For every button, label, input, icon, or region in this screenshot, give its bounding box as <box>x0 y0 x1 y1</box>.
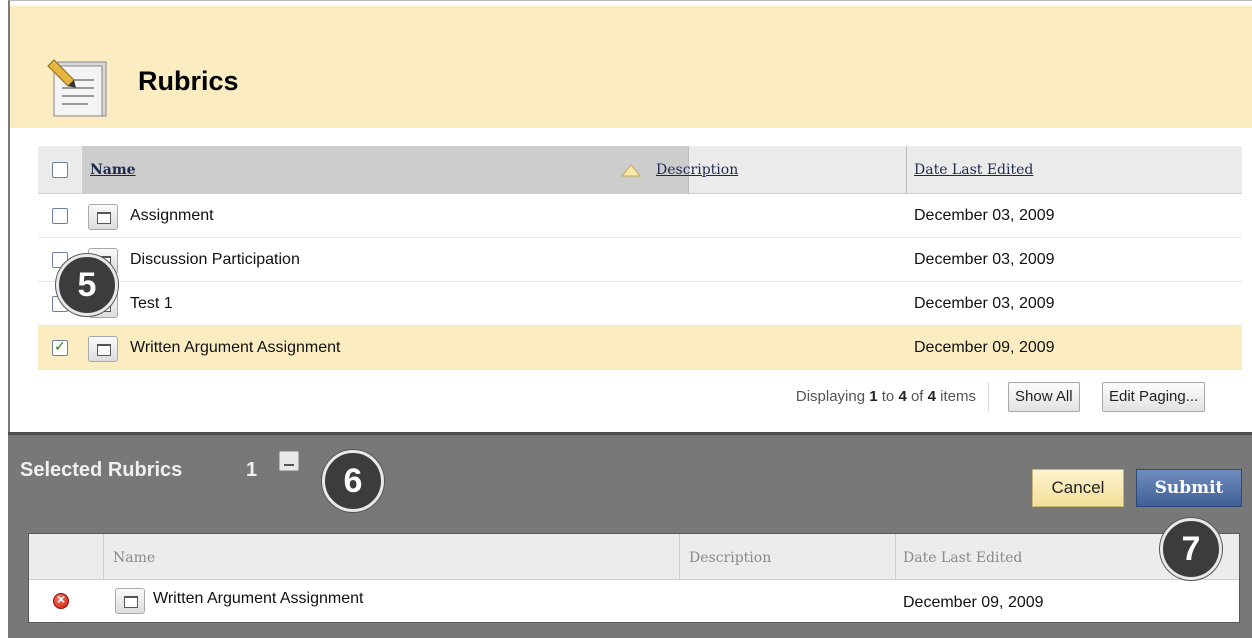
column-divider <box>895 534 896 580</box>
selected-table-header: Name Description Date Last Edited <box>29 534 1239 580</box>
table-row: Test 1 December 03, 2009 <box>38 282 1242 326</box>
rubric-name: Test 1 <box>130 295 173 312</box>
selected-column-description: Description <box>689 550 772 566</box>
page-header: Rubrics <box>10 6 1252 128</box>
paging-divider <box>988 382 989 412</box>
table-row-selected: Written Argument Assignment December 09,… <box>38 326 1242 370</box>
selected-rubric-name: Written Argument Assignment <box>153 590 364 607</box>
preview-button[interactable] <box>88 204 118 230</box>
row-checkbox[interactable] <box>52 208 68 224</box>
selected-count: 1 <box>246 459 258 481</box>
paging-status: Displaying 1 to 4 of 4 items <box>795 388 976 405</box>
paging-bar: Displaying 1 to 4 of 4 items Show All Ed… <box>38 378 1242 418</box>
rubric-name: Assignment <box>130 207 214 224</box>
rubric-date: December 03, 2009 <box>914 295 1055 312</box>
column-description-header[interactable]: Description <box>656 162 738 178</box>
page-title: Rubrics <box>138 66 239 96</box>
table-row: Discussion Participation December 03, 20… <box>38 238 1242 282</box>
cancel-button[interactable]: Cancel <box>1032 469 1124 507</box>
column-date-header[interactable]: Date Last Edited <box>914 162 1033 178</box>
preview-button[interactable] <box>88 336 118 362</box>
table-row: Assignment December 03, 2009 <box>38 194 1242 238</box>
selected-row: Written Argument Assignment December 09,… <box>29 580 1239 622</box>
sort-ascending-icon[interactable] <box>620 162 642 178</box>
column-divider <box>906 146 907 194</box>
collapse-icon[interactable] <box>279 451 299 471</box>
column-divider <box>679 534 680 580</box>
show-all-button[interactable]: Show All <box>1008 382 1080 412</box>
selected-column-date: Date Last Edited <box>903 550 1023 566</box>
column-name-header[interactable]: Name <box>90 162 136 178</box>
selected-rubrics-panel: Selected Rubrics 1 Cancel Submit Name De… <box>8 432 1252 638</box>
rubric-date: December 03, 2009 <box>914 207 1055 224</box>
callout-5: 5 <box>56 254 118 316</box>
rubric-date: December 09, 2009 <box>914 339 1055 356</box>
callout-7: 7 <box>1160 518 1222 580</box>
rubric-document-icon <box>47 59 107 117</box>
rubric-name: Discussion Participation <box>130 251 300 268</box>
edit-paging-button[interactable]: Edit Paging... <box>1102 382 1206 412</box>
rubrics-table: Name Description Date Last Edited Assign… <box>38 146 1242 370</box>
selected-column-name: Name <box>113 550 156 566</box>
select-all-checkbox[interactable] <box>52 162 68 178</box>
column-divider <box>103 534 104 580</box>
preview-button[interactable] <box>115 588 145 614</box>
selected-rubric-date: December 09, 2009 <box>903 594 1044 611</box>
selected-rubrics-title: Selected Rubrics <box>20 459 183 481</box>
submit-button[interactable]: Submit <box>1136 469 1242 507</box>
selected-rubrics-table: Name Description Date Last Edited Writte… <box>28 533 1240 623</box>
rubric-name: Written Argument Assignment <box>130 339 341 356</box>
table-header: Name Description Date Last Edited <box>38 146 1242 194</box>
rubric-date: December 03, 2009 <box>914 251 1055 268</box>
row-checkbox-checked[interactable] <box>52 338 68 356</box>
callout-6: 6 <box>322 450 384 512</box>
sorted-column-header <box>82 146 688 194</box>
remove-icon[interactable] <box>53 591 69 609</box>
